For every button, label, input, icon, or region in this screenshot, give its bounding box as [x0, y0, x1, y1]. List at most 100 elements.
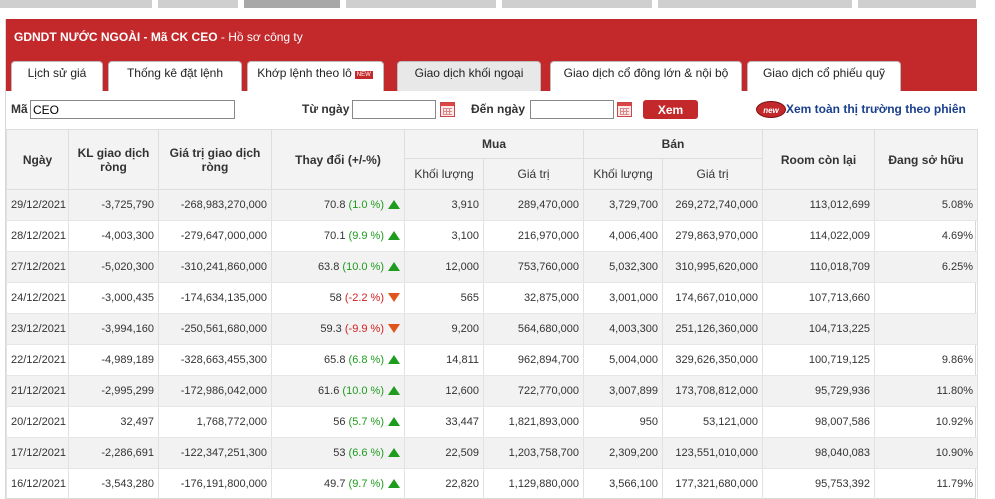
col-header-net-value: Giá trị giao dịch ròng	[158, 129, 272, 190]
net-value-cell: -174,634,135,000	[158, 282, 272, 314]
buy-volume-cell: 12,000	[404, 251, 484, 283]
top-nav-segment[interactable]	[346, 0, 496, 8]
room-cell-text: 100,719,125	[808, 354, 871, 366]
calendar-icon[interactable]	[617, 102, 632, 117]
sell-value-cell-text: 251,126,360,000	[675, 323, 759, 335]
percent-text: (1.0 %)	[348, 199, 384, 211]
date-cell-text: 24/12/2021	[11, 292, 67, 304]
sell-value-cell: 173,708,812,000	[661, 375, 764, 407]
net-value-cell-text: -250,561,680,000	[180, 323, 267, 335]
col-header-sell-value: Giá trị	[661, 158, 764, 190]
buy-value-cell: 32,875,000	[483, 282, 584, 314]
table-row: 20/12/2021 32,497 1,768,772,000 56 (5.7 %) 3…	[6, 406, 979, 438]
price-text: 56	[333, 416, 346, 428]
net-value-cell: -279,647,000,000	[158, 220, 272, 252]
room-cell-text: 110,018,709	[809, 261, 871, 273]
sell-value-cell: 329,626,350,000	[661, 344, 764, 376]
top-nav-segment[interactable]	[158, 0, 238, 8]
room-cell-text: 104,713,225	[808, 323, 871, 335]
holding-cell-text: 10.92%	[935, 416, 974, 428]
change-cell: 59.3 (-9.9 %)	[271, 313, 405, 345]
top-nav-strip	[0, 0, 995, 8]
buy-value-cell: 753,760,000	[483, 251, 584, 283]
date-cell: 27/12/2021	[6, 251, 69, 283]
table-body: 29/12/2021 -3,725,790 -268,983,270,000 70.8…	[6, 189, 979, 499]
room-cell-text: 98,007,586	[814, 416, 871, 428]
net-value-cell-text: -172,986,042,000	[180, 385, 267, 397]
sell-volume-cell: 5,032,300	[583, 251, 663, 283]
tab-lot-matching[interactable]: Khớp lệnh theo lô NEW	[247, 61, 384, 91]
net-volume-cell: -3,000,435	[68, 282, 159, 314]
price-text: 63.8	[317, 261, 340, 273]
tab-treasury-shares[interactable]: Giao dịch cổ phiếu quỹ	[747, 61, 901, 91]
top-nav-segment[interactable]	[658, 0, 852, 8]
net-value-cell: -310,241,860,000	[158, 251, 272, 283]
room-cell-text: 95,753,392	[814, 478, 871, 490]
net-volume-cell: -3,994,160	[68, 313, 159, 345]
table-row: 24/12/2021 -3,000,435 -174,634,135,000 58 (…	[6, 282, 979, 314]
buy-value-cell-text: 289,470,000	[517, 199, 579, 211]
percent-text: (5.7 %)	[348, 416, 384, 428]
net-value-cell-text: -176,191,800,000	[180, 478, 267, 490]
date-cell-text: 23/12/2021	[11, 323, 67, 335]
change-cell: 58 (-2.2 %)	[271, 282, 405, 314]
from-date-input[interactable]	[352, 100, 436, 119]
buy-volume-cell-text: 12,600	[445, 385, 479, 397]
tab-order-statistics[interactable]: Thống kê đặt lệnh	[108, 61, 242, 91]
sell-value-cell-text: 329,626,350,000	[675, 354, 759, 366]
table-row: 28/12/2021 -4,003,300 -279,647,000,000 70.1…	[6, 220, 979, 252]
view-whole-market-link[interactable]: Xem toàn thị trường theo phiên	[786, 102, 966, 116]
top-nav-segment[interactable]	[244, 0, 340, 8]
buy-value-cell: 1,129,880,000	[483, 468, 584, 499]
sell-volume-cell-text: 4,006,400	[609, 230, 658, 242]
view-button[interactable]: Xem	[643, 100, 698, 119]
buy-volume-cell-text: 22,509	[445, 447, 479, 459]
arrow-up-icon	[388, 262, 400, 271]
holding-cell: 11.80%	[874, 375, 979, 407]
sell-value-cell: 174,667,010,000	[661, 282, 764, 314]
tab-major-insider-trading[interactable]: Giao dịch cổ đông lớn & nội bộ	[550, 61, 742, 91]
buy-value-cell-text: 1,203,758,700	[508, 447, 579, 459]
sell-value-cell: 53,121,000	[661, 406, 764, 438]
percent-text: (6.8 %)	[348, 354, 384, 366]
top-nav-segment[interactable]	[858, 0, 976, 8]
table-row: 16/12/2021 -3,543,280 -176,191,800,000 49.7…	[6, 468, 979, 499]
percent-text: (-2.2 %)	[344, 292, 384, 304]
date-cell-text: 21/12/2021	[11, 385, 67, 397]
change-cell: 70.1 (9.9 %)	[271, 220, 405, 252]
sell-value-cell-text: 53,121,000	[702, 416, 759, 428]
date-cell: 16/12/2021	[6, 468, 69, 499]
buy-value-cell-text: 32,875,000	[523, 292, 579, 304]
sell-volume-cell: 4,003,300	[583, 313, 663, 345]
holding-cell-text: 4.69%	[941, 230, 974, 242]
net-value-cell: -172,986,042,000	[158, 375, 272, 407]
sell-volume-cell: 3,566,100	[583, 468, 663, 499]
buy-value-cell-text: 753,760,000	[517, 261, 579, 273]
top-nav-segment[interactable]	[502, 0, 652, 8]
room-cell: 113,012,699	[762, 189, 876, 221]
top-nav-segment[interactable]	[0, 0, 152, 8]
buy-volume-cell: 14,811	[404, 344, 484, 376]
buy-volume-cell: 9,200	[404, 313, 484, 345]
buy-volume-cell: 12,600	[404, 375, 484, 407]
tab-price-history[interactable]: Lịch sử giá	[11, 61, 103, 91]
sell-volume-cell-text: 4,003,300	[609, 323, 658, 335]
arrow-up-icon	[388, 200, 400, 209]
price-text: 70.1	[324, 230, 346, 242]
percent-text: (9.9 %)	[348, 230, 384, 242]
net-value-cell: -250,561,680,000	[158, 313, 272, 345]
date-cell: 21/12/2021	[6, 375, 69, 407]
calendar-icon[interactable]	[440, 102, 455, 117]
symbol-input[interactable]	[30, 100, 235, 119]
sell-value-cell-text: 173,708,812,000	[675, 385, 759, 397]
holding-cell: 5.08%	[874, 189, 979, 221]
tab-label: Giao dịch khối ngoại	[414, 66, 524, 80]
tab-foreign-trading[interactable]: Giao dịch khối ngoại	[397, 61, 541, 91]
to-date-input[interactable]	[530, 100, 614, 119]
room-cell: 104,713,225	[762, 313, 876, 345]
net-volume-cell-text: -2,286,691	[101, 447, 154, 459]
arrow-up-icon	[388, 355, 400, 364]
holding-cell-text: 10.90%	[935, 447, 974, 459]
buy-volume-cell: 3,910	[404, 189, 484, 221]
net-volume-cell: -4,989,189	[68, 344, 159, 376]
